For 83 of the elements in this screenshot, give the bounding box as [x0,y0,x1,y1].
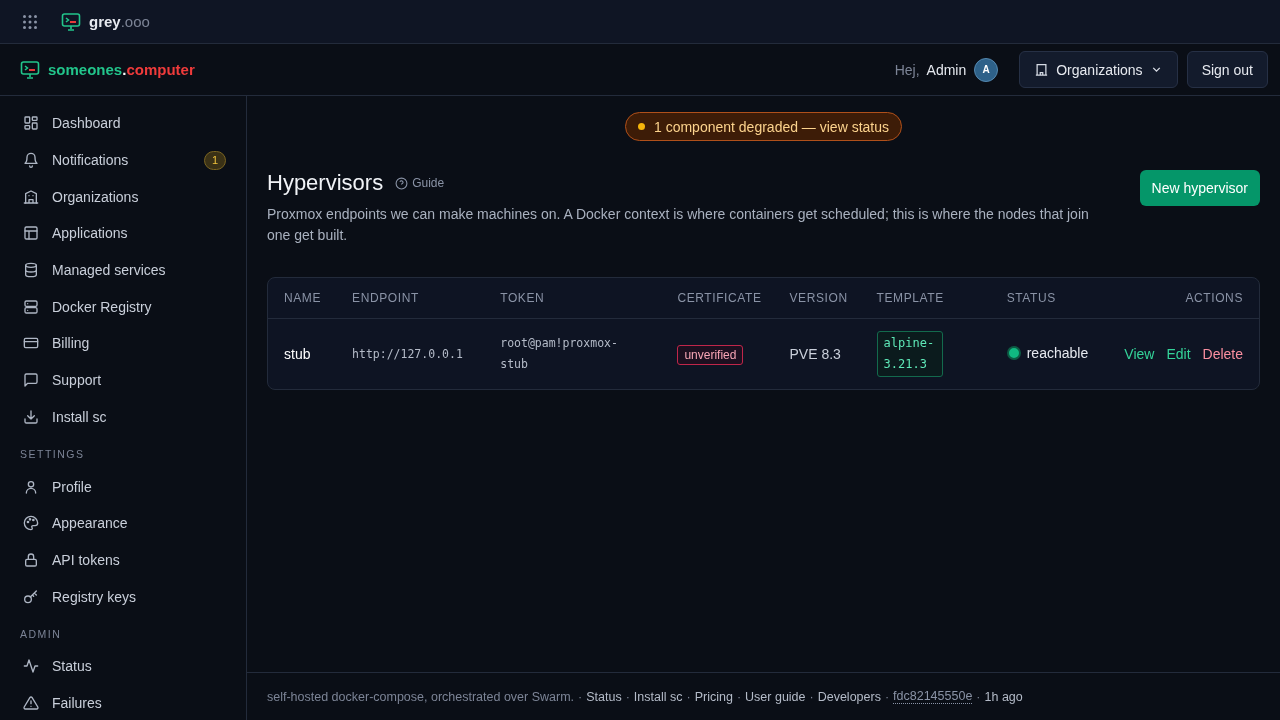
action-link[interactable]: Edit [1166,346,1191,362]
layout-icon [23,225,39,242]
section-heading: ADMIN [19,626,63,642]
separator: · [976,689,981,704]
key-icon [23,588,39,605]
column-header: CERTIFICATE [661,278,774,319]
download-icon [23,408,39,425]
column-header: ENDPOINT [336,278,485,319]
column-header: ACTIONS [1095,278,1259,319]
sidebar-item[interactable]: Managed services [12,251,234,289]
sign-out-button[interactable]: Sign out [1186,51,1268,88]
status-banner[interactable]: 1 component degraded — view status [625,112,902,141]
separator: · [736,689,742,704]
bell-icon [23,152,39,169]
sidebar-item[interactable]: Billing [12,325,234,362]
sidebar-item[interactable]: Install sc [12,398,234,436]
greeting: Hej, [894,61,920,78]
app-brand[interactable]: grey.ooo [89,13,150,30]
footer-link[interactable]: Install sc [633,689,683,704]
avatar[interactable]: A [974,57,999,82]
database-icon [23,262,39,279]
organizations-button[interactable]: Organizations [1019,51,1178,88]
sidebar-item[interactable]: Notifications 1 [12,141,234,179]
footer-link[interactable]: User guide [745,689,806,704]
table-cell: stub [284,346,311,362]
section-heading: SETTINGS [19,447,86,463]
status-text: reachable [1026,345,1089,361]
separator: · [809,689,814,704]
server-icon [23,298,39,315]
column-header: TOKEN [484,278,662,319]
page-description: Proxmox endpoints we can make machines on. A Docker context is where containers get scheduled; this is where the nodes that join one get built. [267,205,1090,245]
column-header: STATUS [990,278,1096,319]
commit-link[interactable]: fdc82145550e [893,689,973,704]
new-hypervisor-button[interactable]: New hypervisor [1139,170,1260,206]
user-icon [23,478,39,495]
footer-link[interactable]: Status [586,689,622,704]
table-cell: root@pam!proxmox-stub [500,336,618,371]
sidebar-item[interactable]: Docker Registry [12,288,234,326]
building-icon [1034,62,1050,77]
sidebar-item[interactable]: Applications [12,215,234,252]
help-icon [395,176,409,190]
action-link[interactable]: Delete [1202,346,1243,362]
sidebar-item[interactable]: Appearance [12,504,234,542]
table-cell: http://127.0.0.1 [352,346,463,361]
sidebar-item[interactable]: Registry keys [12,578,234,615]
footer-text: self-hosted docker-compose, orchestrated over Swarm. [267,689,575,704]
dashboard-icon [23,115,39,132]
template-tag: alpine-3.21.3 [876,331,943,377]
building-icon [23,188,39,205]
app-grid-icon[interactable] [23,14,37,29]
site-brand[interactable]: someones.computer [48,61,195,78]
monitor-icon [61,11,81,32]
guide-link[interactable]: Guide [395,176,445,190]
lock-icon [23,551,39,568]
column-header: VERSION [773,278,861,319]
sidebar-item[interactable]: Organizations [12,178,234,216]
sidebar-item[interactable]: API tokens [12,541,234,579]
user-name: Admin [926,61,967,78]
footer-link[interactable]: Pricing [694,689,733,704]
status-dot [1006,346,1021,360]
count-badge: 1 [204,150,226,170]
separator: · [884,689,890,704]
certificate-badge: unverified [677,345,744,365]
action-link[interactable]: View [1124,346,1155,362]
page-title: Hypervisors [267,170,384,196]
sidebar-item[interactable]: Profile [12,468,234,505]
separator: · [625,689,630,704]
sidebar-item[interactable]: Support [12,361,234,399]
column-header: NAME [268,278,337,319]
pulse-icon [23,658,39,675]
sidebar-item[interactable]: Failures [12,684,234,720]
separator: · [578,689,583,704]
chat-icon [23,372,39,389]
monitor-icon [20,59,40,80]
sidebar-item[interactable]: Dashboard [12,105,234,142]
footer-link[interactable]: Developers [817,689,881,704]
column-header: TEMPLATE [860,278,991,319]
sidebar-item[interactable]: Status [12,647,234,685]
table-cell: PVE 8.3 [789,346,841,362]
separator: · [686,689,691,704]
palette-icon [23,515,39,532]
warning-icon [23,694,39,711]
timestamp: 1h ago [984,689,1023,704]
